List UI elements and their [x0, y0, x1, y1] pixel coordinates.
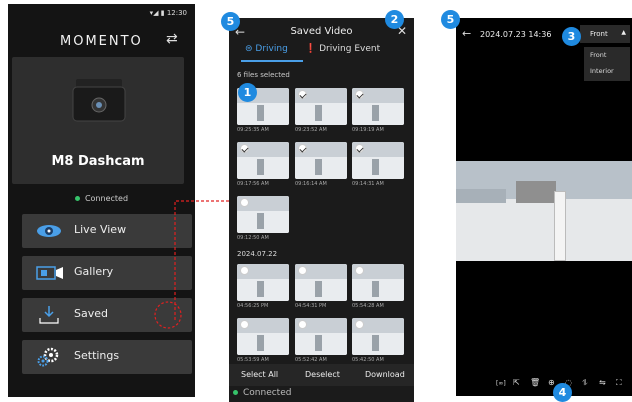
action-bar: Select All Deselect Download — [229, 364, 414, 386]
thumb-time: 09:16:14 AM — [295, 181, 327, 187]
recording-datetime: 2024.07.23 14:36 — [480, 30, 552, 39]
tab-driving[interactable]: ⊜ Driving — [245, 44, 288, 54]
video-thumb[interactable] — [352, 264, 404, 301]
video-thumb[interactable] — [237, 142, 289, 179]
thumb-time: 05:42:50 AM — [352, 357, 384, 363]
deselect-button[interactable]: Deselect — [305, 370, 340, 379]
thumb-time: 05:53:59 AM — [237, 357, 269, 363]
saved-video-screen: ← Saved Video ✕ ⊜ Driving ❗ Driving Even… — [229, 18, 414, 402]
callout-5: 5 — [221, 12, 240, 31]
red-highlight-circle — [154, 301, 182, 329]
video-thumb[interactable] — [237, 318, 289, 355]
thumb-time: 09:12:50 AM — [237, 235, 269, 241]
zoom-icon[interactable]: ⊕ — [548, 378, 555, 387]
callout-1: 1 — [238, 83, 257, 102]
thumb-time: 09:25:35 AM — [237, 127, 269, 133]
page-title: Saved Video — [290, 26, 353, 37]
delete-icon[interactable]: 🗑 — [530, 378, 540, 387]
video-thumb[interactable] — [352, 88, 404, 125]
duct — [516, 181, 556, 203]
flip-vertical-icon[interactable]: ⥮ — [582, 378, 588, 388]
camera-circle-icon: ⊜ — [245, 44, 253, 54]
callout-5b: 5 — [441, 10, 460, 29]
tab-underline — [241, 60, 303, 62]
video-frame[interactable] — [456, 161, 632, 261]
download-button[interactable]: Download — [365, 370, 405, 379]
callout-4: 4 — [553, 383, 572, 402]
ceiling-panel — [456, 189, 506, 203]
status-dot — [233, 390, 238, 395]
thumb-time: 04:56:25 PM — [237, 303, 269, 309]
camera-select[interactable]: Front ▲ — [580, 25, 630, 43]
back-arrow-icon[interactable]: ← — [462, 27, 471, 40]
tab-driving-event[interactable]: ❗ Driving Event — [305, 44, 380, 54]
mirror-icon[interactable]: ⇋ — [599, 378, 606, 387]
video-thumb[interactable] — [295, 318, 347, 355]
wall — [456, 199, 632, 261]
video-thumb[interactable] — [352, 318, 404, 355]
option-interior[interactable]: Interior — [590, 67, 614, 75]
option-front[interactable]: Front — [590, 51, 606, 59]
trim-icon[interactable]: [∞] — [496, 380, 506, 387]
thumb-time: 09:19:19 AM — [352, 127, 384, 133]
select-all-button[interactable]: Select All — [241, 370, 278, 379]
thumb-time: 05:54:28 AM — [352, 303, 384, 309]
video-thumb[interactable] — [352, 142, 404, 179]
footer-label: Connected — [243, 388, 292, 398]
selection-count: 6 files selected — [237, 71, 290, 79]
thumb-time: 09:23:52 AM — [295, 127, 327, 133]
video-thumb[interactable] — [295, 142, 347, 179]
tab-label: Driving — [255, 44, 288, 54]
figure-root: { "panel1": { "status_time": "12:30", "b… — [0, 0, 632, 402]
chevron-up-icon: ▲ — [621, 29, 626, 36]
alert-icon: ❗ — [305, 44, 317, 54]
callout-3: 3 — [562, 27, 581, 46]
camera-dropdown: Front Interior — [584, 47, 630, 81]
video-thumb[interactable] — [295, 88, 347, 125]
callout-2: 2 — [385, 10, 404, 29]
camera-select-value: Front — [590, 30, 608, 38]
thumb-time: 09:14:31 AM — [352, 181, 384, 187]
thumb-time: 09:17:56 AM — [237, 181, 269, 187]
video-thumb[interactable] — [237, 264, 289, 301]
share-icon[interactable]: ⇱ — [513, 378, 520, 387]
tab-label: Driving Event — [319, 44, 381, 54]
thumb-time: 05:52:42 AM — [295, 357, 327, 363]
thumb-time: 04:54:31 PM — [295, 303, 327, 309]
fullscreen-icon[interactable]: ⛶ — [616, 378, 622, 388]
video-thumb[interactable] — [295, 264, 347, 301]
playback-screen: ← 2024.07.23 14:36 Front ▲ Front Interio… — [456, 18, 632, 396]
date-header: 2024.07.22 — [237, 250, 278, 258]
footer-status: Connected — [233, 388, 291, 398]
video-thumb[interactable] — [237, 196, 289, 233]
pillar — [554, 191, 566, 261]
